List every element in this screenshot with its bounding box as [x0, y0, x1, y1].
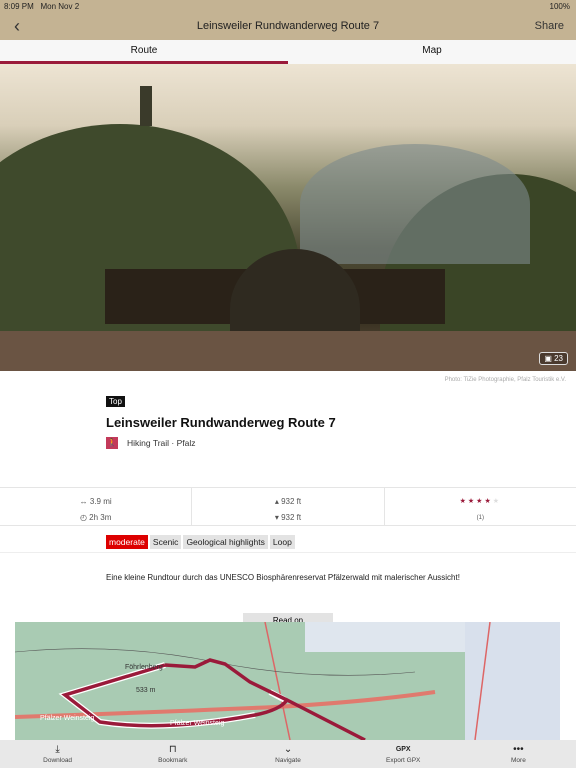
status-bar: 8:09 PM Mon Nov 2 100%: [0, 0, 576, 12]
tag: Scenic: [149, 535, 182, 549]
tab-map[interactable]: Map: [288, 40, 576, 64]
rating-stars: ★★★★★: [459, 498, 502, 505]
nav-bar: ‹ Leinsweiler Rundwanderweg Route 7 Shar…: [0, 12, 576, 40]
distance-icon: ↔: [79, 497, 88, 506]
descent-icon: ▾: [274, 513, 279, 522]
chevron-down-icon: ⌄: [283, 744, 293, 755]
time: 8:09 PM: [4, 2, 34, 11]
map-trail-label: Pfälzer Weinsteig: [40, 715, 94, 722]
tag: Geological highlights: [183, 535, 268, 549]
label: Bookmark: [158, 757, 188, 764]
route-title: Leinsweiler Rundwanderweg Route 7: [106, 415, 336, 430]
page-title: Leinsweiler Rundwanderweg Route 7: [196, 20, 380, 32]
route-type: Hiking Trail · Pfalz: [127, 438, 196, 448]
top-badge: Top: [106, 396, 125, 407]
photo-count: 23: [554, 354, 563, 363]
tab-bar: Route Map: [0, 40, 576, 64]
photo-credit: Photo: TiZie Photographie, Pfalz Tourist…: [444, 377, 566, 383]
export-gpx-button[interactable]: GPX Export GPX: [346, 740, 461, 768]
clock-icon: ◴: [79, 513, 87, 522]
distance: 3.9 mi: [89, 497, 112, 506]
battery: 100%: [549, 2, 570, 11]
navigate-button[interactable]: ⌄ Navigate: [230, 740, 345, 768]
photo-count-button[interactable]: ▣ 23: [539, 352, 568, 365]
route-photo[interactable]: ▣ 23: [0, 64, 576, 371]
date: Mon Nov 2: [40, 2, 80, 11]
bottom-toolbar: ⤓ Download ⊓ Bookmark ⌄ Navigate GPX Export …: [0, 740, 576, 768]
label: Download: [43, 757, 73, 764]
hiking-icon: 🚶: [106, 437, 118, 449]
label: Navigate: [275, 757, 301, 764]
map-elevation-label: 533 m: [136, 687, 156, 694]
descent: 932 ft: [281, 513, 302, 522]
duration: 2h 3m: [89, 513, 112, 522]
share-button[interactable]: Share: [535, 20, 564, 32]
download-button[interactable]: ⤓ Download: [0, 740, 115, 768]
route-map[interactable]: Föhrlenberg 533 m Pfälzer Weinsteig Pfäl…: [15, 622, 560, 740]
route-header: Top Leinsweiler Rundwanderweg Route 7 🚶 H…: [0, 391, 576, 487]
description: Eine kleine Rundtour durch das UNESCO Bi…: [106, 573, 460, 582]
tab-route[interactable]: Route: [0, 40, 288, 64]
stats-row: ↔ 3.9 mi ◴ 2h 3m ▴ 932 ft ▾ 932 ft ★★★★★ (1…: [0, 487, 576, 526]
back-button[interactable]: ‹: [14, 16, 20, 37]
ascent-icon: ▴: [274, 497, 279, 506]
map-trail-label: Pfälzer Weinsteig: [170, 720, 224, 727]
more-icon: •••: [513, 744, 524, 755]
rating[interactable]: ★★★★★ (1): [385, 488, 576, 525]
ascent: 932 ft: [281, 497, 302, 506]
label: More: [511, 757, 526, 764]
gpx-icon: GPX: [395, 746, 411, 753]
rating-count: (1): [476, 515, 484, 521]
label: Export GPX: [386, 757, 421, 764]
tag-list: moderate Scenic Geological highlights Loop: [0, 526, 576, 553]
download-icon: ⤓: [55, 744, 60, 755]
bookmark-button[interactable]: ⊓ Bookmark: [115, 740, 230, 768]
tag: Loop: [269, 535, 295, 549]
more-button[interactable]: ••• More: [461, 740, 576, 768]
map-peak-label: Föhrlenberg: [125, 664, 163, 671]
difficulty-tag: moderate: [106, 535, 148, 549]
bookmark-icon: ⊓: [168, 744, 177, 755]
